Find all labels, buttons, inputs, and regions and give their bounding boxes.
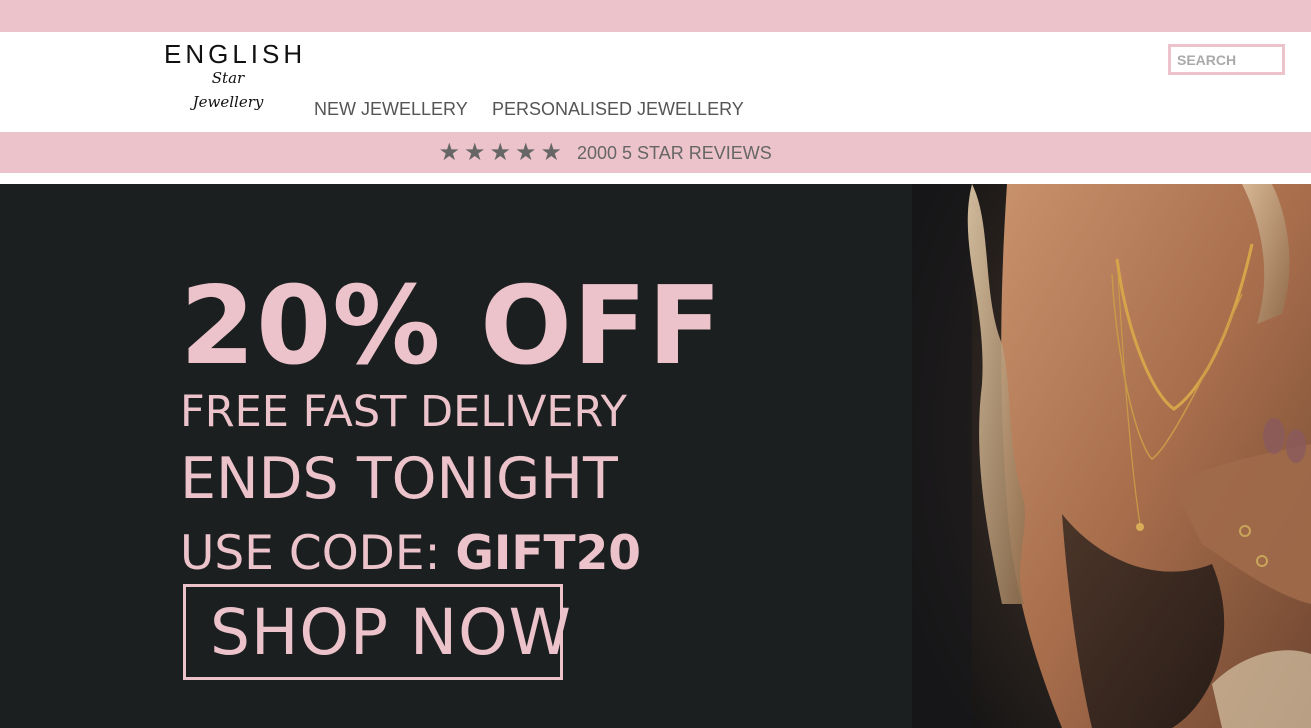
hero-headline: 20% OFF [180,264,723,389]
hero-model-photo [912,184,1311,728]
nav-personalised-jewellery[interactable]: PERSONALISED JEWELLERY [492,96,744,122]
logo-wordmark: ENGLISH [164,39,307,69]
star-icon: ★ [540,139,563,166]
model-image [912,184,1311,728]
site-logo[interactable]: ENGLISH Star Jewellery [164,39,307,111]
nav-new-jewellery[interactable]: NEW JEWELLERY [314,96,468,122]
star-icon: ★ [438,139,461,166]
announcement-bar [0,0,1311,32]
shop-now-button[interactable]: SHOP NOW [183,584,571,680]
hero-deadline-text: ENDS TONIGHT [180,446,618,512]
hero-delivery-text: FREE FAST DELIVERY [180,387,627,437]
site-header: ENGLISH Star Jewellery NEW JEWELLERY PER… [0,32,1311,132]
star-icon: ★ [489,139,512,166]
hero-banner: 20% OFF FREE FAST DELIVERY ENDS TONIGHT … [0,184,1311,728]
reviews-bar[interactable]: ★ ★ ★ ★ ★ 2000 5 STAR REVIEWS [0,132,1311,173]
star-rating: ★ ★ ★ ★ ★ [437,138,565,168]
search-input[interactable] [1168,44,1285,75]
promo-code-value: GIFT20 [455,526,641,581]
star-icon: ★ [463,139,487,166]
star-icon: ★ [514,139,538,166]
reviews-count-text: 2000 5 STAR REVIEWS [577,143,772,163]
divider [0,173,1311,184]
hero-promo-code: USE CODE: GIFT20 [180,524,641,584]
promo-code-prefix: USE CODE: [180,526,456,581]
main-nav: NEW JEWELLERY PERSONALISED JEWELLERY [0,96,1311,122]
